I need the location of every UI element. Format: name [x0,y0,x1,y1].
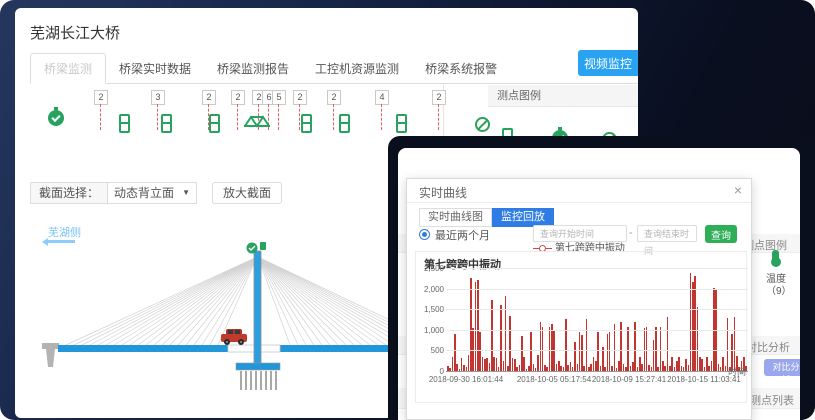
chain-sensor-icon[interactable] [301,114,310,128]
sensor-count-badge: 2 [231,90,245,105]
sensor-dashed-line [100,104,101,130]
bridge-diagram [30,241,410,411]
gridline [446,268,748,269]
data-bar [655,327,657,371]
point-list-label: 测点列表 [750,392,794,408]
sensor-count-badge: 2 [327,90,341,105]
section-select-label: 截面选择： [30,182,107,204]
gridline [446,309,748,310]
legend-marker-icon [546,248,552,249]
data-bar [727,318,729,371]
temperature-count: （9） [766,282,792,297]
x-axis-tick: 2018-10-15 11:03:41 [667,375,741,384]
bridge-abutment [42,343,59,349]
realtime-curve-dialog: 实时曲线 × 实时曲线图 监控回放 最近两个月 查询开始时间 - 查询结束时间 … [406,178,752,420]
x-axis-tick: 2018-10-09 15:27:41 [592,375,666,384]
section-selected-value: 动态背立面 [114,183,174,203]
sensor-count-badge: 2 [432,90,446,105]
sensor-dashed-line [278,104,279,130]
compare-analysis-button[interactable]: 对比分析 [764,359,800,376]
close-icon[interactable]: × [734,182,742,198]
range-separator: - [629,227,633,239]
car [221,329,247,345]
sensor-dashed-line [299,104,300,130]
data-bar [627,327,629,371]
vibration-chart: 第七跨跨中振动 时间 2,5002,0001,5001,00050002018-… [415,251,747,403]
data-bar [565,319,567,371]
chain-sensor-icon[interactable] [119,114,128,128]
main-tab-0[interactable]: 桥梁监测 [30,53,106,84]
main-tab-4[interactable]: 桥梁系统报警 [412,54,510,83]
gridline [446,289,748,290]
bridge-truss-icon[interactable] [243,114,271,128]
sensor-dashed-line [237,104,238,130]
main-tabbar: 桥梁监测桥梁实时数据桥梁监测报告工控机资源监测桥梁系统报警 [30,56,638,84]
enlarge-section-button[interactable]: 放大截面 [212,182,282,204]
y-axis-tick: 1,500 [418,305,444,314]
x-axis-line [446,371,748,372]
gridline [446,330,748,331]
chevron-down-icon: ▼ [182,183,190,203]
sensor-count-badge: 2 [202,90,216,105]
chain-sensor-icon[interactable] [161,114,170,128]
sensor-count-badge: 2 [94,90,108,105]
sensor-dashed-line [381,104,382,130]
main-tab-2[interactable]: 桥梁监测报告 [204,54,302,83]
sensor-dashed-line [438,104,439,130]
sensor-count-badge: 3 [151,90,165,105]
chain-sensor-icon[interactable] [339,114,348,128]
data-bar [667,317,669,371]
compare-section-label: 对比分析 [746,339,790,355]
tower-sensor-icon [247,243,258,254]
sensor-count-badge: 4 [375,90,389,105]
sensor-dashed-line [333,104,334,130]
y-axis-tick: 2,500 [418,264,444,273]
video-monitor-button[interactable]: 视频监控 [578,50,638,76]
chain-sensor-icon[interactable] [209,114,218,128]
no-entry-icon [475,117,490,132]
chain-sensor-icon[interactable] [396,114,405,128]
thermometer-icon[interactable] [772,250,779,263]
chart-series-bars [447,268,748,371]
sensor-dashed-line [157,104,158,130]
stopwatch-icon[interactable] [48,110,64,126]
sensor-count-badge: 5 [272,90,286,105]
pier-piles [241,371,276,390]
x-axis-tick: 2018-09-30 16:01:44 [429,375,503,384]
bridge-tower [254,251,261,363]
dialog-title: 实时曲线 [419,184,467,201]
point-legend-header: 测点图例 [488,85,638,107]
main-tab-3[interactable]: 工控机资源监测 [302,54,412,83]
data-bar [614,324,616,371]
section-select-dropdown[interactable]: 动态背立面 ▼ [107,182,197,204]
data-bar [505,296,507,371]
dialog-header: 实时曲线 × [407,179,751,203]
y-axis-tick: 1,000 [418,326,444,335]
y-axis-tick: 500 [418,346,444,355]
main-tab-1[interactable]: 桥梁实时数据 [106,54,204,83]
tower-flag-icon [260,242,266,250]
bridge-side-label: 芜湖侧 [48,224,81,240]
sensor-count-badge: 2 [293,90,307,105]
y-axis-tick: 2,000 [418,285,444,294]
data-bar [586,319,588,371]
x-axis-tick: 2018-10-05 05:17:54 [517,375,591,384]
page-title: 芜湖长江大桥 [30,22,120,43]
pier-cap [236,363,280,370]
gridline [446,350,748,351]
